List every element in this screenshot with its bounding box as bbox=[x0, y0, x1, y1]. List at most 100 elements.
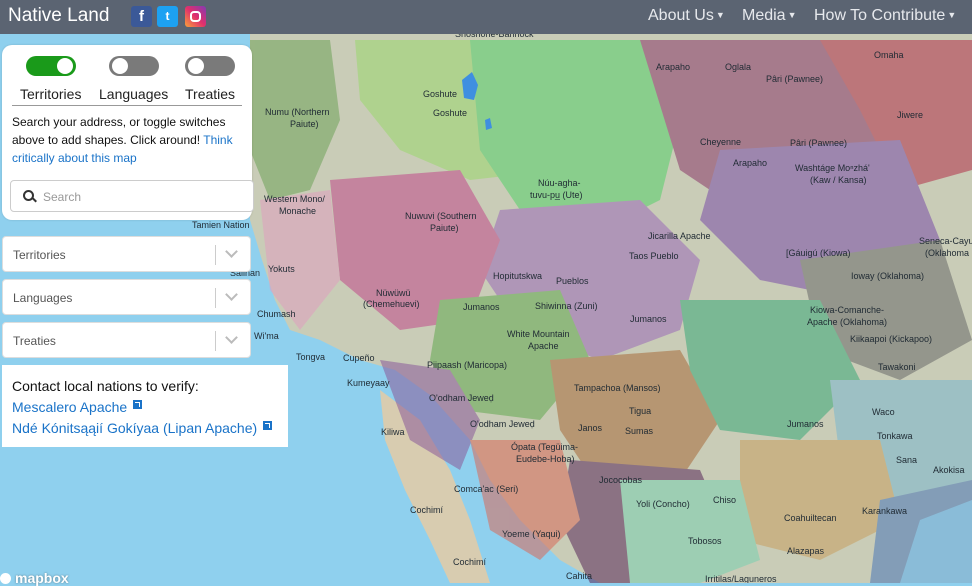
external-link-icon bbox=[263, 421, 273, 430]
nav-about-us[interactable]: About Us ▼ bbox=[648, 7, 725, 25]
map-label: Shiwinna (Zuni) bbox=[535, 301, 598, 311]
mapbox-logo-icon bbox=[0, 573, 11, 584]
map-label: Numu (Northern bbox=[265, 107, 330, 117]
instagram-icon[interactable] bbox=[185, 6, 206, 27]
map-label: Jumanos bbox=[787, 419, 824, 429]
map-label: Wi'ma bbox=[254, 331, 279, 341]
instructions-text: Search your address, or toggle switches … bbox=[12, 115, 226, 147]
map-label: Cheyenne bbox=[700, 137, 741, 147]
map-label: Jumanos bbox=[630, 314, 667, 324]
map-label: Núu-agha- bbox=[538, 178, 581, 188]
map-label: Goshute bbox=[433, 108, 467, 118]
map-label: Jumanos bbox=[463, 302, 500, 312]
toggle-treaties[interactable] bbox=[185, 56, 235, 76]
mapbox-label: mapbox bbox=[15, 570, 69, 586]
external-link-icon bbox=[133, 400, 143, 409]
map-label: Ópata (Tegüima- bbox=[511, 442, 578, 452]
map-label: O'odham Jeweḍ bbox=[470, 419, 535, 429]
map-label: Cochimí bbox=[453, 557, 487, 567]
map-label: tuvu-pu̲ (Ute) bbox=[530, 190, 583, 200]
map-label: Coahuiltecan bbox=[784, 513, 837, 523]
chevron-down-icon bbox=[225, 331, 238, 344]
toggle-territories[interactable] bbox=[26, 56, 76, 76]
map-label: Jicarilla Apache bbox=[648, 231, 711, 241]
map-label: Piipaash (Maricopa) bbox=[427, 360, 507, 370]
map-label: Nüwüwü bbox=[376, 288, 411, 298]
search-icon bbox=[23, 190, 34, 201]
map-label: O'odham Jeweḍ bbox=[429, 393, 494, 403]
toggle-label-territories: Territories bbox=[20, 86, 82, 102]
map-label: Tongva bbox=[296, 352, 325, 362]
map-label: Apache bbox=[528, 341, 559, 351]
brand-title[interactable]: Native Land bbox=[8, 5, 109, 27]
map-label: Yokuts bbox=[268, 264, 295, 274]
navbar: Native Land f t About Us ▼ Media ▼ How To … bbox=[0, 0, 972, 34]
nation-link-lipan-apache[interactable]: Ndé Kónitsąąií Gokíyaa (Lipan Apache) bbox=[12, 420, 273, 436]
nation-link-mescalero-apache[interactable]: Mescalero Apache bbox=[12, 399, 143, 415]
territories-dropdown[interactable]: Territories bbox=[2, 236, 251, 272]
nav-how-to-contribute[interactable]: How To Contribute ▼ bbox=[814, 7, 956, 25]
search-input[interactable] bbox=[41, 186, 245, 208]
instagram-glyph bbox=[190, 11, 201, 22]
map-label: Tobosos bbox=[688, 536, 722, 546]
map-label: Oglala bbox=[725, 62, 751, 72]
panel-divider bbox=[12, 105, 242, 106]
map-label: Ioway (Oklahoma) bbox=[851, 271, 924, 281]
map-label: White Mountain bbox=[507, 329, 570, 339]
map-label: Kumeyaay bbox=[347, 378, 390, 388]
map-label: Pâri (Pawnee) bbox=[766, 74, 823, 84]
instructions: Search your address, or toggle switches … bbox=[12, 113, 247, 167]
map-label: Kiowa-Comanche- bbox=[810, 305, 884, 315]
map-label: Waco bbox=[872, 407, 895, 417]
contact-title: Contact local nations to verify: bbox=[12, 378, 199, 394]
nav-how-to-contribute-label: How To Contribute bbox=[814, 7, 946, 24]
map-label: (Oklahoma bbox=[925, 248, 969, 258]
map-label: Washtáge Moⁿzhá' bbox=[795, 163, 870, 173]
map-label: Yoli (Concho) bbox=[636, 499, 690, 509]
dropdown-separator bbox=[215, 288, 216, 308]
nation-link-label: Ndé Kónitsąąií Gokíyaa (Lipan Apache) bbox=[12, 420, 258, 436]
map-label: Pâri (Pawnee) bbox=[790, 138, 847, 148]
dropdown-label: Territories bbox=[13, 248, 66, 262]
control-panel: Territories Languages Treaties Search yo… bbox=[2, 45, 254, 220]
map-label: Yoeme (Yaqui) bbox=[502, 529, 561, 539]
map-label: Chiso bbox=[713, 495, 736, 505]
map-label: Cupeño bbox=[343, 353, 375, 363]
dropdown-separator bbox=[215, 331, 216, 351]
treaties-dropdown[interactable]: Treaties bbox=[2, 322, 251, 358]
map-label: (Chemehuevi) bbox=[363, 299, 420, 309]
dropdown-label: Treaties bbox=[13, 334, 56, 348]
nation-link-label: Mescalero Apache bbox=[12, 399, 128, 415]
map-label: Karankawa bbox=[862, 506, 907, 516]
dropdown-separator bbox=[215, 245, 216, 265]
languages-dropdown[interactable]: Languages bbox=[2, 279, 251, 315]
map-label: Kiliwa bbox=[381, 427, 405, 437]
map-label: Paiute) bbox=[430, 223, 459, 233]
map-label: Monache bbox=[279, 206, 316, 216]
map-label: Goshute bbox=[423, 89, 457, 99]
map-label: Janos bbox=[578, 423, 603, 433]
twitter-icon[interactable]: t bbox=[157, 6, 178, 27]
toggle-knob bbox=[188, 58, 204, 74]
map-label: Cochimí bbox=[410, 505, 444, 515]
map-label: [Gáuigú (Kiowa) bbox=[786, 248, 851, 258]
chevron-down-icon bbox=[225, 245, 238, 258]
nav-media[interactable]: Media ▼ bbox=[742, 7, 797, 25]
map-label: Cahita bbox=[566, 571, 592, 581]
map-label: Tonkawa bbox=[877, 431, 913, 441]
map-label: Paiute) bbox=[290, 119, 319, 129]
map-label: Chumash bbox=[257, 309, 296, 319]
map-label: Arapaho bbox=[656, 62, 690, 72]
map-label: Akokisa bbox=[933, 465, 965, 475]
map-label: Nuwuvi (Southern bbox=[405, 211, 477, 221]
map-label: Arapaho bbox=[733, 158, 767, 168]
toggle-languages[interactable] bbox=[109, 56, 159, 76]
map-label: Jiwere bbox=[897, 110, 923, 120]
map-label: Irritilas/Laguneros bbox=[705, 574, 777, 583]
map-label: Comca'ac (Seri) bbox=[454, 484, 518, 494]
map-label: Seneca-Cayu bbox=[919, 236, 972, 246]
mapbox-attribution[interactable]: mapbox bbox=[0, 570, 69, 586]
facebook-icon[interactable]: f bbox=[131, 6, 152, 27]
map-label: Omaha bbox=[874, 50, 904, 60]
map-label: Tawakoni bbox=[878, 362, 916, 372]
